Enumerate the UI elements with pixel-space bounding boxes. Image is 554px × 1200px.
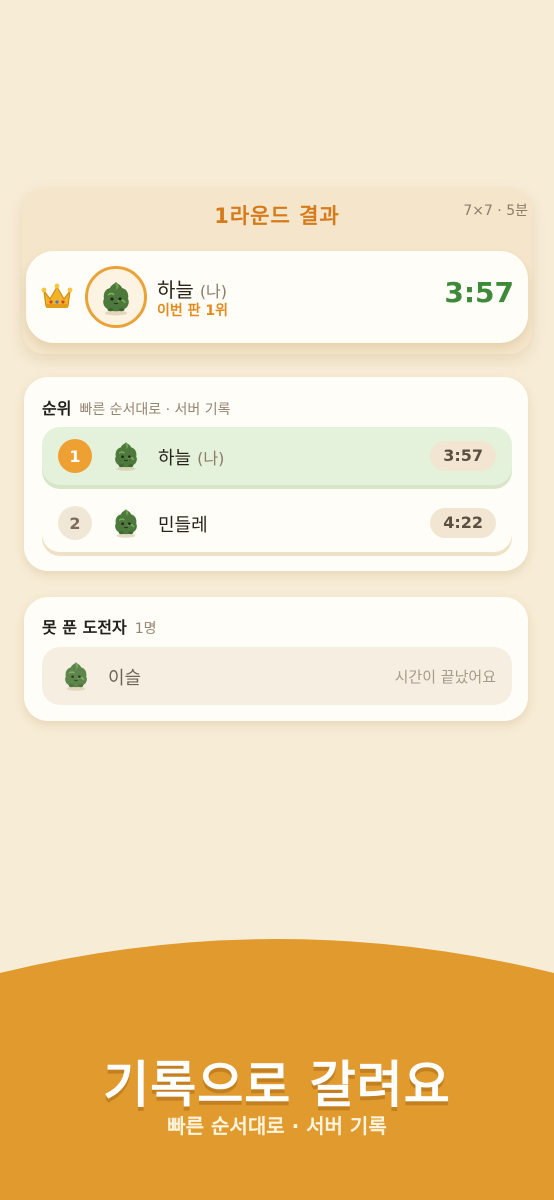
player-name: 이슬	[108, 668, 142, 689]
winner-time: 3:57	[444, 276, 514, 309]
ranking-row: 1 하늘 (나) 3:57	[42, 427, 512, 485]
unfinished-row: 이슬 시간이 끝났어요	[42, 647, 512, 705]
player-name: 민들레	[158, 515, 208, 536]
winner-avatar	[85, 266, 147, 328]
sprout-creature-avatar-icon	[59, 658, 93, 692]
banner-subtitle: 빠른 순서대로 · 서버 기록	[167, 1114, 387, 1138]
sprout-creature-avatar-icon	[96, 277, 136, 317]
winner-subtitle: 이번 판 1위	[157, 303, 229, 319]
player-time: 3:57	[430, 441, 496, 471]
player-name-text: 하늘	[158, 448, 192, 469]
unfinished-heading: 못 푼 도전자 1명	[42, 614, 157, 638]
sprout-creature-avatar-icon	[109, 505, 143, 539]
ranking-row: 2 민들레 4:22	[42, 494, 512, 552]
timeout-status: 시간이 끝났어요	[394, 668, 496, 686]
banner-title: 기록으로 갈려요	[103, 1056, 451, 1114]
sprout-creature-avatar-icon	[109, 438, 143, 472]
rank-badge: 1	[58, 439, 92, 473]
unfinished-count: 1명	[134, 621, 157, 637]
unfinished-heading-text: 못 푼 도전자	[42, 618, 127, 637]
player-name: 하늘 (나)	[158, 444, 224, 470]
me-tag: (나)	[199, 282, 228, 301]
winner-name: 하늘 (나)	[157, 274, 227, 303]
ranking-heading-text: 순위	[42, 399, 72, 418]
player-time: 4:22	[430, 508, 496, 538]
ranking-subheading: 빠른 순서대로 · 서버 기록	[79, 402, 231, 418]
rank-badge: 2	[58, 506, 92, 540]
me-tag: (나)	[197, 449, 225, 468]
board-size-time-limit: 7×7 · 5분	[463, 203, 528, 219]
crown-icon	[41, 283, 73, 308]
ranking-heading: 순위 빠른 순서대로 · 서버 기록	[42, 395, 231, 419]
results-screen: 1라운드 결과 7×7 · 5분 하늘 (나) 이번 판 1위 3:57 순위 빠른…	[0, 0, 554, 1200]
winner-name-text: 하늘	[157, 278, 194, 302]
